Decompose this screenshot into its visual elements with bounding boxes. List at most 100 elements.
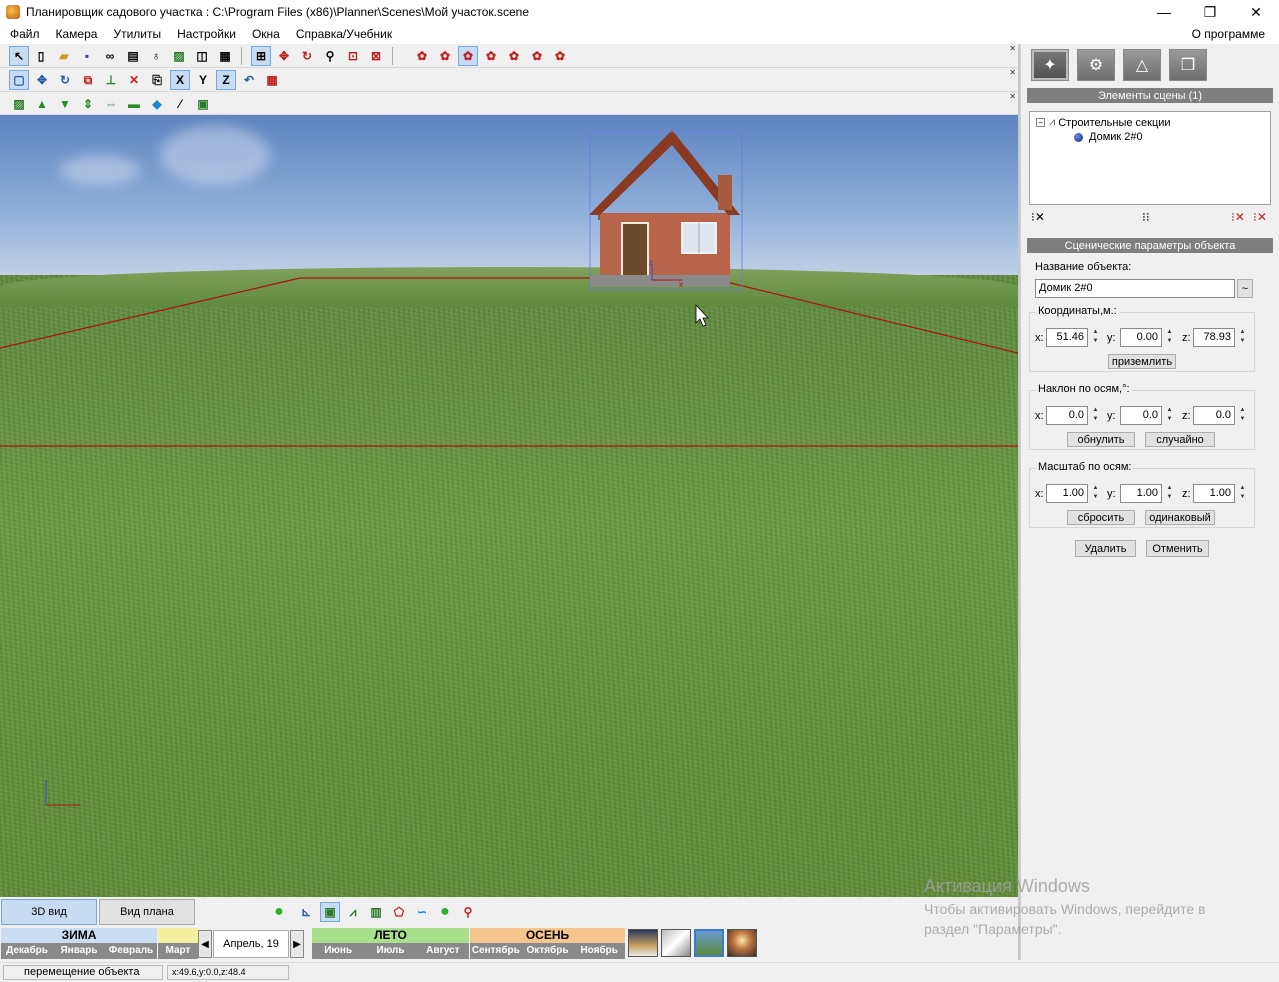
binoculars-icon[interactable]: ∞ [100,46,120,66]
green-dot-icon[interactable]: ● [269,902,289,922]
pan-icon[interactable]: ✥ [274,46,294,66]
month-october[interactable]: Октябрь [522,943,574,959]
time-sunset-thumbnail[interactable] [727,929,757,957]
target-icon[interactable]: ⊡ [343,46,363,66]
maximize-button[interactable]: ❐ [1187,0,1233,24]
raise-terrain-icon[interactable]: ▲ [32,94,52,114]
tilt-z-spinner[interactable]: ▲ ▼ [1238,406,1247,425]
menu-camera[interactable]: Камера [48,27,106,41]
coord-z-spinner[interactable]: ▲ ▼ [1238,328,1247,347]
month-march[interactable]: Март [158,943,198,959]
toolbar2-close-icon[interactable]: ✕ [1009,68,1016,77]
table-icon[interactable]: ▦ [215,46,235,66]
uniform-scale-button[interactable]: одинаковый [1145,510,1215,525]
mountain-icon[interactable]: ⩘ [343,902,363,922]
close-button[interactable]: ✕ [1233,0,1279,24]
walk-5-icon[interactable]: ✿ [504,46,524,66]
house-object[interactable] [589,130,743,291]
lower-terrain-icon[interactable]: ▼ [55,94,75,114]
lightbulb-icon[interactable]: ♁ [146,46,166,66]
export-icon[interactable]: ◫ [192,46,212,66]
tilt-y-field[interactable]: 0.0 [1120,406,1162,425]
copy-icon[interactable]: ⎘ [147,70,167,90]
remove-icon[interactable]: ⁝✕ [1231,210,1245,224]
save-icon[interactable]: ▪ [77,46,97,66]
random-tilt-button[interactable]: случайно [1145,432,1215,447]
month-january[interactable]: Январь [53,943,105,959]
map-icon[interactable]: ▣ [320,902,340,922]
month-november[interactable]: Ноябрь [573,943,625,959]
scale-icon[interactable]: ⧉ [78,70,98,90]
cancel-button[interactable]: Отменить [1146,540,1209,557]
month-december[interactable]: Декабрь [1,943,53,959]
water-drop-icon[interactable]: ◆ [147,94,167,114]
axis-y-button[interactable]: Y [193,70,213,90]
materials-tab-icon[interactable]: ⚙ [1077,49,1115,81]
rotate-camera-icon[interactable]: ↻ [297,46,317,66]
axes-icon[interactable]: ⊾ [296,902,316,922]
tilt-x-spinner[interactable]: ▲ ▼ [1091,406,1100,425]
coord-y-field[interactable]: 0.00 [1120,328,1162,347]
select-tool-icon[interactable]: ↖ [9,46,29,66]
month-february[interactable]: Февраль [105,943,157,959]
tilt-y-spinner[interactable]: ▲ ▼ [1165,406,1174,425]
month-june[interactable]: Июнь [312,943,364,959]
zoom-fit-icon[interactable]: ⊞ [251,46,271,66]
coord-x-spinner[interactable]: ▲ ▼ [1091,328,1100,347]
flat-terrain-icon[interactable]: ▬ [124,94,144,114]
clipboard-icon[interactable]: ▤ [123,46,143,66]
texture-icon[interactable]: ▣ [193,94,213,114]
tree-icon[interactable]: ● [435,902,455,922]
object-name-field[interactable]: Домик 2#0 [1035,279,1235,298]
cube-tab-icon[interactable]: ❒ [1169,49,1207,81]
search-3d-icon[interactable]: ⚲ [458,902,478,922]
month-july[interactable]: Июль [364,943,416,959]
reset-tilt-button[interactable]: обнулить [1067,432,1135,447]
ground-icon[interactable]: ⊥ [101,70,121,90]
walk-3-icon[interactable]: ✿ [458,46,478,66]
time-day-thumbnail[interactable] [694,929,724,957]
menu-settings[interactable]: Настройки [169,27,244,41]
month-september[interactable]: Сентябрь [470,943,522,959]
tilt-x-field[interactable]: 0.0 [1046,406,1088,425]
tab-3d-view[interactable]: 3D вид [1,899,97,925]
scale-z-spinner[interactable]: ▲ ▼ [1238,484,1247,503]
tab-plan-view[interactable]: Вид плана [99,899,195,925]
date-prev-icon[interactable]: ◀ [198,930,212,958]
menu-file[interactable]: Файл [0,27,48,41]
minimize-button[interactable]: — [1141,0,1187,24]
scene-objects-tab-icon[interactable]: ✦ [1031,49,1069,81]
date-next-icon[interactable]: ▶ [290,930,304,958]
axis-x-button[interactable]: X [170,70,190,90]
remove-all-icon[interactable]: ⁝✕ [1253,210,1267,224]
group-icon[interactable]: ⁝⁝ [1142,210,1150,224]
menu-help[interactable]: Справка/Учебник [288,27,400,41]
toolbar3-close-icon[interactable]: ✕ [1009,92,1016,101]
walk-7-icon[interactable]: ✿ [550,46,570,66]
month-august[interactable]: Август [417,943,469,959]
coord-z-field[interactable]: 78.93 [1193,328,1235,347]
open-folder-icon[interactable]: ▰ [54,46,74,66]
path-icon[interactable]: ∽ [412,902,432,922]
measure-tab-icon[interactable]: △ [1123,49,1161,81]
menu-about[interactable]: О программе [1184,27,1273,41]
reset-scale-button[interactable]: сбросить [1067,510,1135,525]
scene-tree[interactable]: − ⩘ Строительные секции Домик 2#0 [1029,111,1271,205]
undo-icon[interactable]: ↶ [239,70,259,90]
viewport-3d[interactable]: z x [0,115,1018,897]
delete-button[interactable]: Удалить [1075,540,1136,557]
tree-item-row[interactable]: Домик 2#0 [1074,131,1143,143]
scale-z-field[interactable]: 1.00 [1193,484,1235,503]
grid-icon[interactable]: ▦ [262,70,282,90]
toolbar-close-icon[interactable]: ✕ [1009,44,1016,53]
smooth-terrain-icon[interactable]: ⇕ [78,94,98,114]
ground-button[interactable]: приземлить [1108,354,1176,369]
chart-icon[interactable]: ▥ [366,902,386,922]
terrain-image-icon[interactable]: ▨ [9,94,29,114]
tree-group-row[interactable]: − ⩘ Строительные секции [1036,116,1171,129]
menu-utilities[interactable]: Утилиты [105,27,169,41]
walk-2-icon[interactable]: ✿ [435,46,455,66]
scale-y-spinner[interactable]: ▲ ▼ [1165,484,1174,503]
menu-windows[interactable]: Окна [244,27,288,41]
landscape-image-icon[interactable]: ▨ [169,46,189,66]
